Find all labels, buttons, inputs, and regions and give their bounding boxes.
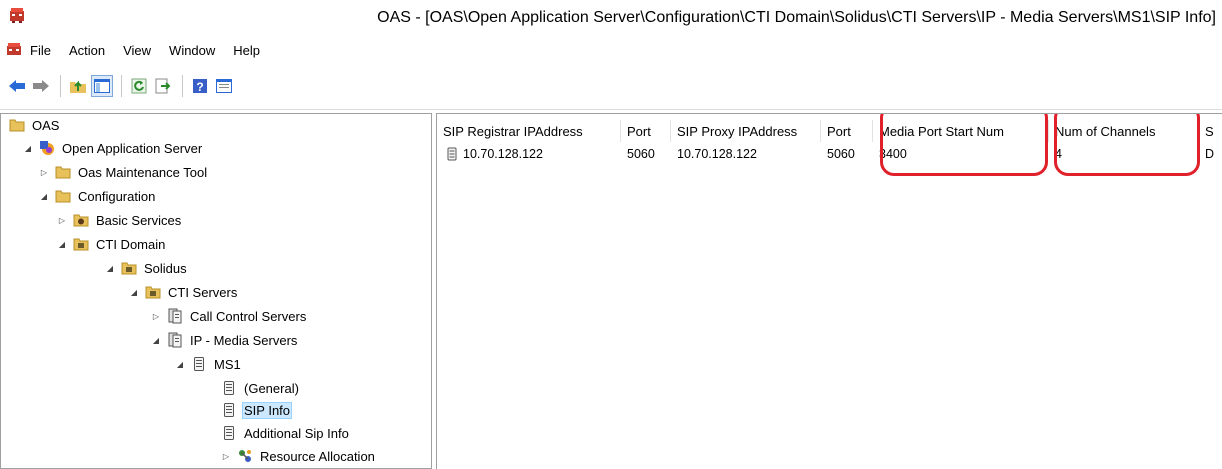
tree-node-basic-services[interactable]: ▷ Basic Services bbox=[57, 209, 183, 231]
back-icon[interactable] bbox=[6, 75, 28, 97]
folder-icon bbox=[9, 117, 25, 133]
help-icon[interactable]: ? bbox=[189, 75, 211, 97]
tree-node-label: Resource Allocation bbox=[260, 448, 375, 464]
app-icon[interactable] bbox=[8, 6, 26, 24]
menu-view[interactable]: View bbox=[121, 43, 153, 58]
up-folder-icon[interactable] bbox=[67, 75, 89, 97]
tree-node-label: Open Application Server bbox=[62, 140, 203, 156]
server-icon bbox=[221, 380, 237, 396]
cell-text: 10.70.128.122 bbox=[463, 147, 543, 161]
tree-node-label: CTI Domain bbox=[96, 236, 166, 252]
expanded-arrow-icon[interactable]: ◢ bbox=[23, 143, 33, 153]
tree-node-label: Call Control Servers bbox=[190, 308, 307, 324]
toolbar: ? bbox=[0, 62, 1222, 110]
expanded-arrow-icon[interactable]: ◢ bbox=[151, 335, 161, 345]
menu-help[interactable]: Help bbox=[231, 43, 262, 58]
window-title: OAS - [OAS\Open Application Server\Confi… bbox=[377, 9, 1216, 26]
console-tree[interactable]: OAS ◢ Open Application Server ▷ Oas Main… bbox=[0, 113, 432, 469]
column-header-port[interactable]: Port bbox=[621, 120, 671, 142]
resource-icon bbox=[237, 448, 253, 464]
media-port-start-num-cell: 3400 bbox=[879, 147, 907, 161]
servers-icon bbox=[167, 308, 183, 324]
expanded-arrow-icon[interactable]: ◢ bbox=[105, 263, 115, 273]
forward-icon[interactable] bbox=[30, 75, 52, 97]
server-icon bbox=[221, 425, 237, 441]
server-app-icon bbox=[39, 140, 55, 156]
tree-node-label: (General) bbox=[244, 380, 299, 396]
column-header-num-of-channels[interactable]: Num of Channels bbox=[1049, 120, 1199, 142]
servers-icon bbox=[167, 332, 183, 348]
tree-node-label: SIP Info bbox=[242, 401, 293, 419]
column-header-s-truncated[interactable]: S bbox=[1199, 120, 1222, 142]
tree-node-label: Configuration bbox=[78, 188, 156, 204]
tree-node-label: OAS bbox=[32, 117, 60, 133]
tree-node-label: MS1 bbox=[214, 356, 241, 372]
tree-node-oas-maintenance-tool[interactable]: ▷ Oas Maintenance Tool bbox=[39, 161, 209, 183]
show-hide-tree-icon[interactable] bbox=[91, 75, 113, 97]
properties-pane-icon[interactable] bbox=[213, 75, 235, 97]
column-header-port-2[interactable]: Port bbox=[821, 120, 873, 142]
menu-window[interactable]: Window bbox=[167, 43, 217, 58]
tree-node-cti-servers[interactable]: ◢ CTI Servers bbox=[129, 281, 239, 303]
proxy-port-cell: 5060 bbox=[827, 147, 855, 161]
tree-node-label: Basic Services bbox=[96, 212, 182, 228]
menu-bar: File Action View Window Help bbox=[0, 38, 1222, 62]
expanded-arrow-icon[interactable]: ◢ bbox=[57, 239, 67, 249]
result-list[interactable]: SIP Registrar IPAddress Port SIP Proxy I… bbox=[436, 113, 1222, 469]
collapsed-arrow-icon[interactable]: ▷ bbox=[39, 167, 49, 177]
tree-node-open-application-server[interactable]: ◢ Open Application Server bbox=[23, 137, 204, 159]
svg-text:?: ? bbox=[196, 80, 203, 94]
server-icon bbox=[447, 147, 457, 161]
tree-node-label: CTI Servers bbox=[168, 284, 238, 300]
server-icon bbox=[221, 402, 237, 418]
tree-node-general[interactable]: (General) bbox=[221, 377, 301, 399]
column-header-media-port-start-num[interactable]: Media Port Start Num bbox=[873, 120, 1049, 142]
tree-node-resource-allocation[interactable]: ▷ Resource Allocation bbox=[221, 445, 377, 467]
expanded-arrow-icon[interactable]: ◢ bbox=[129, 287, 139, 297]
collapsed-arrow-icon[interactable]: ▷ bbox=[221, 451, 231, 461]
gear-folder-icon bbox=[73, 212, 89, 228]
tree-node-additional-sip-info[interactable]: Additional Sip Info bbox=[221, 422, 351, 444]
expanded-arrow-icon[interactable]: ◢ bbox=[175, 359, 185, 369]
menu-file[interactable]: File bbox=[28, 43, 53, 58]
sip-proxy-ip-cell: 10.70.128.122 bbox=[677, 147, 757, 161]
title-bar: OAS - [OAS\Open Application Server\Confi… bbox=[0, 0, 1222, 38]
tree-node-configuration[interactable]: ◢ Configuration bbox=[39, 185, 157, 207]
tree-node-label: Additional Sip Info bbox=[244, 425, 349, 441]
tree-node-label: Solidus bbox=[144, 260, 187, 276]
folder-icon bbox=[55, 188, 71, 204]
truncated-cell: D bbox=[1205, 147, 1215, 161]
tree-node-ms1[interactable]: ◢ MS1 bbox=[175, 353, 243, 375]
domain-icon bbox=[145, 284, 161, 300]
refresh-icon[interactable] bbox=[128, 75, 150, 97]
toolbar-separator bbox=[60, 75, 61, 97]
tree-node-sip-info[interactable]: SIP Info bbox=[221, 399, 293, 421]
tree-node-label: Oas Maintenance Tool bbox=[78, 164, 208, 180]
folder-icon bbox=[55, 164, 71, 180]
toolbar-separator bbox=[182, 75, 183, 97]
tree-node-call-control-servers[interactable]: ▷ Call Control Servers bbox=[151, 305, 308, 327]
menu-action[interactable]: Action bbox=[67, 43, 107, 58]
expanded-arrow-icon[interactable]: ◢ bbox=[39, 191, 49, 201]
toolbar-separator bbox=[121, 75, 122, 97]
column-header-sip-proxy-ipaddress[interactable]: SIP Proxy IPAddress bbox=[671, 120, 821, 142]
tree-node-oas[interactable]: OAS bbox=[9, 114, 61, 136]
domain-icon bbox=[121, 260, 137, 276]
tree-node-cti-domain[interactable]: ◢ CTI Domain bbox=[57, 233, 167, 255]
column-header-sip-registrar-ipaddress[interactable]: SIP Registrar IPAddress bbox=[437, 120, 621, 142]
tree-node-ip-media-servers[interactable]: ◢ IP - Media Servers bbox=[151, 329, 299, 351]
server-icon bbox=[191, 356, 207, 372]
collapsed-arrow-icon[interactable]: ▷ bbox=[57, 215, 67, 225]
sip-registrar-ip-cell: 10.70.128.122 bbox=[441, 144, 621, 164]
domain-icon bbox=[73, 236, 89, 252]
registrar-port-cell: 5060 bbox=[627, 147, 655, 161]
tree-node-label: IP - Media Servers bbox=[190, 332, 298, 348]
mmc-system-icon[interactable] bbox=[6, 42, 22, 58]
num-of-channels-cell: 4 bbox=[1055, 147, 1062, 161]
collapsed-arrow-icon[interactable]: ▷ bbox=[151, 311, 161, 321]
tree-node-solidus[interactable]: ◢ Solidus bbox=[105, 257, 189, 279]
export-list-icon[interactable] bbox=[152, 75, 174, 97]
